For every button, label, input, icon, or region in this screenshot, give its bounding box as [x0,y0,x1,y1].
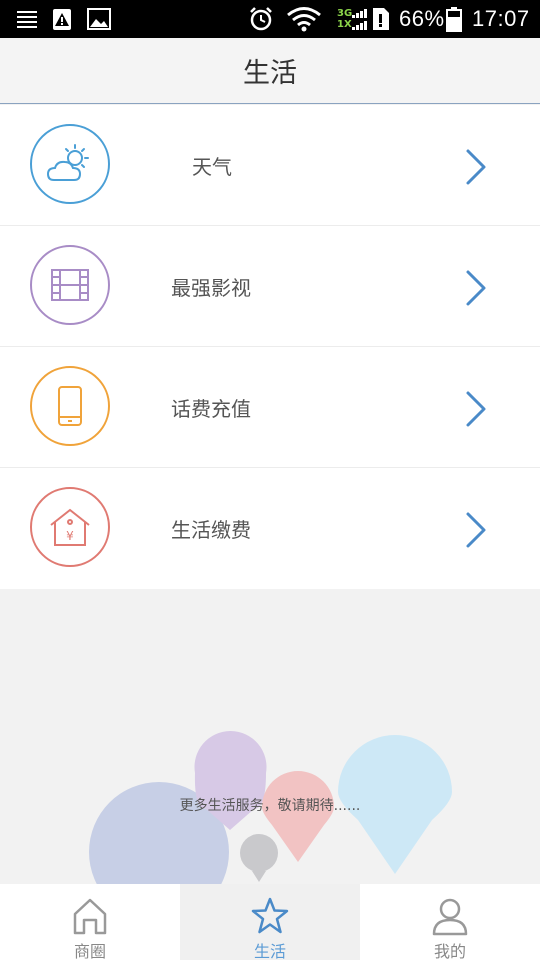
service-item-movies[interactable]: 最强影视 [0,226,540,347]
bottom-tab-bar: 商圈 生活 我的 [0,884,540,960]
tab-mine[interactable]: 我的 [360,884,540,960]
clock: 17:07 [472,6,530,31]
tab-life[interactable]: 生活 [180,884,360,960]
tab-label: 商圈 [73,942,106,960]
coming-soon-text: 更多生活服务，敬请期待...... [179,798,361,814]
balloons-illustration [89,731,452,884]
tab-business[interactable]: 商圈 [0,884,180,960]
wifi-icon [286,0,322,38]
chevron-right-icon [466,512,486,548]
service-item-weather[interactable]: 天气 [0,105,540,226]
alarm-icon [248,0,274,38]
page-header: 生活 [0,38,540,104]
notification-list-icon [16,0,38,38]
status-bar: 3G 1X 66% 17:07 [0,0,540,38]
service-item-recharge[interactable]: 话费充值 [0,347,540,468]
signal-icon [352,0,368,38]
service-list: 天气 最强影视 话费充值 ¥ 生活缴费 [0,105,540,589]
service-item-utilities[interactable]: ¥ 生活缴费 [0,468,540,589]
chevron-right-icon [466,149,486,185]
phone-icon [30,366,110,446]
service-label: 最强影视 [171,276,251,300]
network-type-indicator: 3G 1X [337,8,353,30]
page-title: 生活 [243,58,297,89]
film-icon [30,245,110,325]
empty-state: 更多生活服务，敬请期待...... [0,590,540,884]
tab-label: 我的 [433,942,466,960]
warning-file-icon [50,0,74,38]
house-icon: ¥ [30,487,110,567]
service-label: 生活缴费 [171,518,251,542]
weather-icon [30,124,110,204]
chevron-right-icon [466,391,486,427]
sim-icon [371,0,391,38]
service-label: 天气 [192,155,232,179]
user-icon [432,898,468,936]
battery-icon [446,0,462,38]
service-label: 话费充值 [171,397,251,421]
home-icon [73,898,107,935]
star-icon [251,897,289,934]
image-icon [86,0,112,38]
chevron-right-icon [466,270,486,306]
tab-label: 生活 [253,942,286,960]
battery-percent: 66% [399,6,445,31]
svg-text:¥: ¥ [66,529,74,543]
